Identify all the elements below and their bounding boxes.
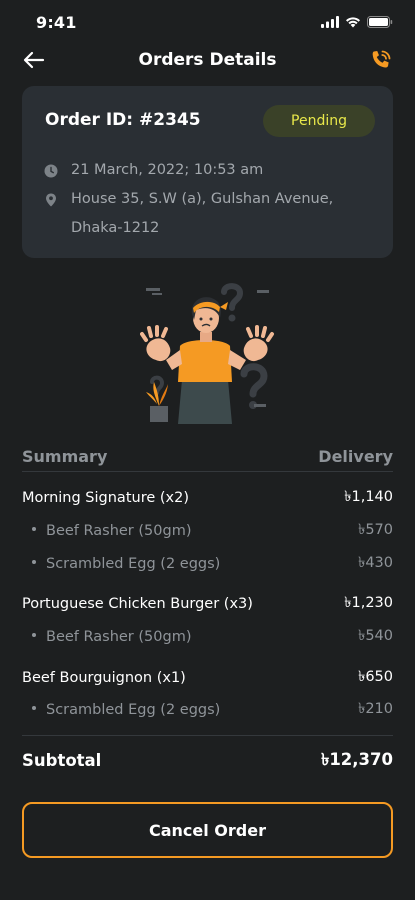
order-id: Order ID: #2345: [45, 110, 201, 130]
item-name: Beef Bourguignon (x1): [22, 670, 186, 686]
item-price: ৳650: [358, 669, 393, 685]
clock-icon: [44, 164, 58, 178]
status-time: 9:41: [36, 12, 77, 32]
status-bar: 9:41: [0, 0, 415, 44]
list-item: Beef Bourguignon (x1) ৳650: [22, 666, 393, 690]
status-badge: Pending: [263, 105, 375, 137]
call-button[interactable]: [369, 48, 393, 72]
item-price: ৳1,140: [344, 489, 393, 505]
order-info-card: Order ID: #2345 Pending 21 March, 2022; …: [22, 86, 393, 258]
list-item: Morning Signature (x2) ৳1,140: [22, 486, 393, 510]
list-item-addon: Beef Rasher (50gm) ৳570: [22, 519, 393, 543]
addon-name: Beef Rasher (50gm): [32, 629, 191, 645]
battery-icon: [367, 16, 393, 28]
subtotal-label: Subtotal: [22, 751, 102, 770]
addon-price: ৳570: [358, 522, 393, 538]
list-item-addon: Scrambled Egg (2 eggs) ৳430: [22, 552, 393, 576]
delivery-heading: Delivery: [318, 447, 393, 466]
list-item-addon: Beef Rasher (50gm) ৳540: [22, 625, 393, 649]
app-header: Orders Details: [0, 40, 415, 80]
back-arrow-icon: [23, 51, 45, 69]
item-price: ৳1,230: [344, 595, 393, 611]
subtotal-value: ৳12,370: [321, 750, 393, 769]
order-date-row: 21 March, 2022; 10:53 am: [44, 156, 263, 185]
addon-price: ৳540: [358, 628, 393, 644]
cancel-order-button[interactable]: Cancel Order: [22, 802, 393, 858]
phone-call-icon: [372, 50, 391, 68]
item-name: Portuguese Chicken Burger (x3): [22, 596, 253, 612]
confused-person-illustration: [140, 283, 274, 424]
status-icons: [321, 16, 393, 28]
list-item: Portuguese Chicken Burger (x3) ৳1,230: [22, 592, 393, 616]
order-address-row: House 35, S.W (a), Gulshan Avenue, Dhaka…: [44, 185, 384, 243]
item-name: Morning Signature (x2): [22, 490, 189, 506]
addon-price: ৳430: [358, 555, 393, 571]
addon-name: Scrambled Egg (2 eggs): [32, 556, 220, 572]
addon-price: ৳210: [358, 701, 393, 717]
signal-icon: [321, 16, 339, 28]
addon-name: Beef Rasher (50gm): [32, 523, 191, 539]
subtotal-row: Subtotal ৳12,370: [22, 735, 393, 785]
page-title: Orders Details: [138, 50, 277, 70]
order-date: 21 March, 2022; 10:53 am: [71, 162, 264, 178]
list-item-addon: Scrambled Egg (2 eggs) ৳210: [22, 698, 393, 722]
location-pin-icon: [46, 193, 56, 207]
summary-heading: Summary: [22, 447, 108, 466]
summary-header: Summary Delivery: [22, 442, 393, 472]
order-address: House 35, S.W (a), Gulshan Avenue, Dhaka…: [71, 191, 334, 236]
wifi-icon: [346, 17, 360, 28]
back-button[interactable]: [22, 50, 46, 70]
addon-name: Scrambled Egg (2 eggs): [32, 702, 220, 718]
